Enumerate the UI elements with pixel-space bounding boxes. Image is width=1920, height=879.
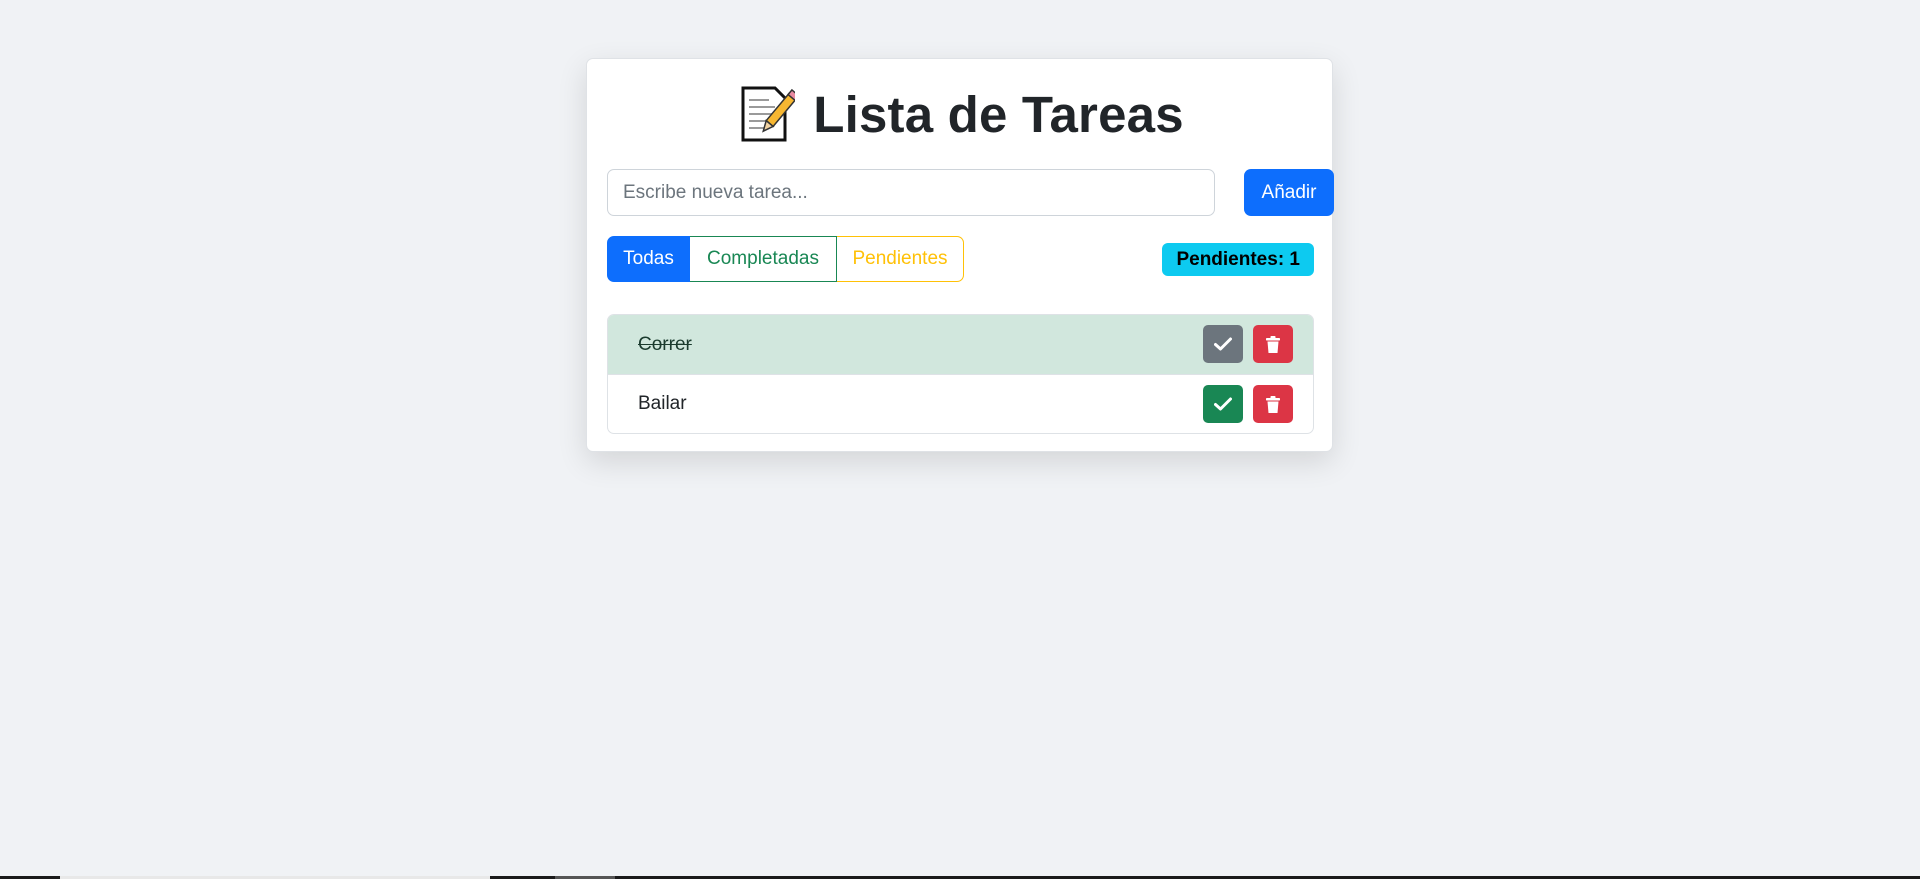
toggle-complete-button[interactable]	[1203, 325, 1243, 363]
task-actions	[1203, 385, 1293, 423]
page-title: Lista de Tareas	[587, 79, 1332, 149]
filter-all-button[interactable]: Todas	[607, 236, 690, 282]
new-task-row: Añadir	[607, 169, 1334, 216]
task-item: Correr	[608, 315, 1313, 374]
pending-count-badge: Pendientes: 1	[1162, 243, 1314, 276]
task-label: Correr	[638, 333, 692, 355]
task-list: Correr Bailar	[607, 314, 1314, 434]
title-text: Lista de Tareas	[813, 85, 1184, 143]
check-icon	[1214, 337, 1232, 351]
trash-icon	[1266, 335, 1280, 353]
new-task-input[interactable]	[607, 169, 1215, 216]
delete-task-button[interactable]	[1253, 385, 1293, 423]
filter-pending-button[interactable]: Pendientes	[837, 236, 964, 282]
task-label: Bailar	[638, 393, 687, 414]
delete-task-button[interactable]	[1253, 325, 1293, 363]
add-task-button[interactable]: Añadir	[1244, 169, 1334, 216]
filter-row: Todas Completadas Pendientes Pendientes:…	[607, 236, 1314, 282]
memo-pencil-icon	[735, 84, 801, 144]
toggle-complete-button[interactable]	[1203, 385, 1243, 423]
trash-icon	[1266, 395, 1280, 413]
task-item: Bailar	[608, 374, 1313, 433]
check-icon	[1214, 397, 1232, 411]
todo-card: Lista de Tareas Añadir Todas Completadas…	[586, 58, 1334, 452]
task-actions	[1203, 325, 1293, 363]
filter-button-group: Todas Completadas Pendientes	[607, 236, 964, 282]
filter-completed-button[interactable]: Completadas	[690, 236, 837, 282]
